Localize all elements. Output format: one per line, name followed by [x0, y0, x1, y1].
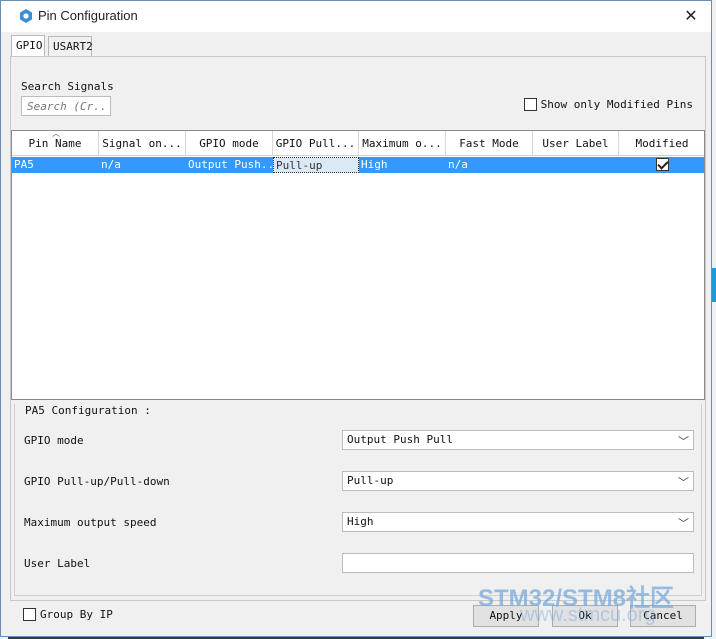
col-pin-name[interactable]: ︿ Pin Name [12, 131, 99, 156]
chevron-down-icon: ﹀ [678, 435, 689, 448]
pin-configuration-dialog: Pin Configuration ✕ GPIO USART2 Search S… [0, 0, 712, 637]
title-bar: Pin Configuration ✕ [1, 1, 711, 32]
table-row[interactable]: PA5 n/a Output Push... Pull-up High n/a [12, 157, 704, 173]
cell-fast-mode: n/a [448, 158, 468, 171]
ok-button[interactable]: Ok [552, 605, 618, 627]
show-modified-checkbox[interactable] [523, 98, 537, 111]
col-gpio-pull[interactable]: GPIO Pull... [273, 131, 359, 156]
col-signal[interactable]: Signal on... [99, 131, 186, 156]
cell-gpio-mode: Output Push... [188, 158, 273, 171]
modified-checkbox[interactable] [656, 158, 669, 171]
max-speed-select[interactable]: High ﹀ [342, 512, 694, 532]
group-by-ip-checkbox[interactable] [23, 608, 36, 621]
cell-pin-name: PA5 [14, 158, 34, 171]
show-modified-label: Show only Modified Pins [540, 98, 693, 111]
gpio-pull-select[interactable]: Pull-up ﹀ [342, 471, 694, 491]
group-by-ip-label: Group By IP [40, 608, 113, 621]
pin-configuration-group: PA5 Configuration : GPIO mode Output Pus… [14, 404, 702, 596]
cell-signal: n/a [101, 158, 121, 171]
cell-gpio-pull[interactable]: Pull-up [273, 157, 359, 173]
cell-max-speed: High [361, 158, 388, 171]
table-header: ︿ Pin Name Signal on... GPIO mode GPIO P… [12, 131, 704, 156]
chevron-down-icon: ﹀ [678, 517, 689, 530]
gear-chip-icon [20, 9, 32, 23]
dialog-title: Pin Configuration [38, 8, 138, 23]
sort-up-icon: ︿ [52, 131, 60, 138]
show-modified-toggle[interactable]: Show only Modified Pins [523, 98, 693, 111]
gpio-mode-label: GPIO mode [24, 434, 84, 447]
config-title: PA5 Configuration : [22, 404, 154, 417]
search-input[interactable] [21, 96, 111, 116]
user-label-label: User Label [24, 557, 91, 570]
group-by-ip-toggle[interactable]: Group By IP [23, 608, 113, 621]
max-speed-label: Maximum output speed [24, 516, 157, 529]
gpio-panel: Search Signals Show only Modified Pins ︿… [10, 56, 706, 601]
cell-user-label [533, 157, 619, 173]
gpio-pull-label: GPIO Pull-up/Pull-down [24, 475, 170, 488]
search-label: Search Signals [21, 80, 114, 93]
tab-usart2[interactable]: USART2 [48, 36, 93, 56]
user-label-input[interactable] [342, 553, 694, 573]
col-gpio-mode[interactable]: GPIO mode [186, 131, 273, 156]
col-max-speed[interactable]: Maximum o... [359, 131, 446, 156]
cancel-button[interactable]: Cancel [630, 605, 696, 627]
col-fast-mode[interactable]: Fast Mode [446, 131, 533, 156]
chevron-down-icon: ﹀ [678, 476, 689, 489]
gpio-mode-select[interactable]: Output Push Pull ﹀ [342, 430, 694, 450]
col-user-label[interactable]: User Label [533, 131, 619, 156]
close-icon[interactable]: ✕ [681, 6, 701, 26]
tab-gpio[interactable]: GPIO [11, 35, 45, 56]
apply-button[interactable]: Apply [473, 605, 539, 627]
cell-modified [619, 157, 705, 173]
pin-table: ︿ Pin Name Signal on... GPIO mode GPIO P… [11, 130, 705, 400]
col-modified[interactable]: Modified [619, 131, 705, 156]
